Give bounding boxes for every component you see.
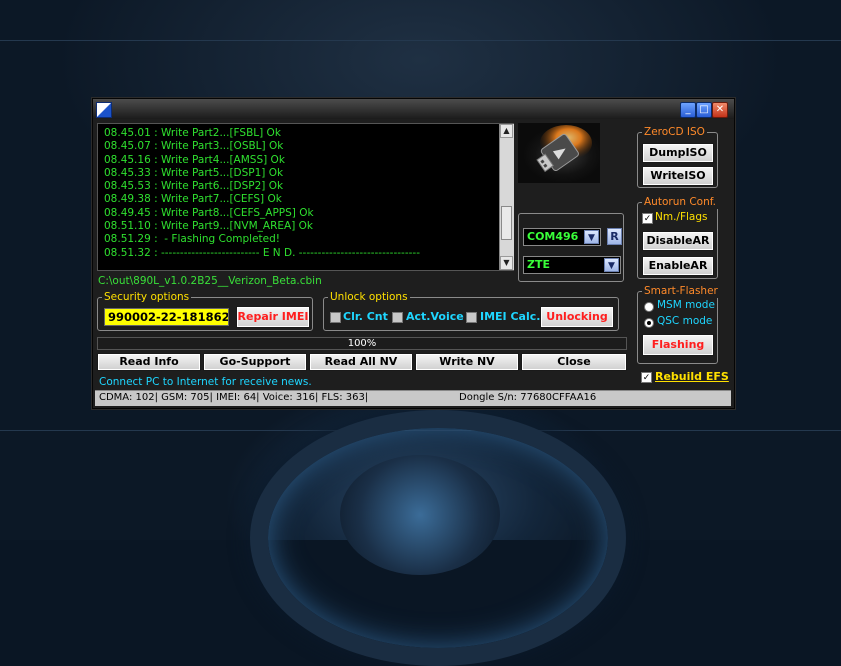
brand-select[interactable]: ZTE ▼ <box>523 256 621 274</box>
log-line: 08.51.32 : -------------------------- E … <box>104 246 420 259</box>
desktop-ring-core <box>340 455 500 575</box>
qsc-mode-label: QSC mode <box>657 315 713 327</box>
status-message: Connect PC to Internet for receive news. <box>99 376 312 388</box>
log-scrollbar[interactable]: ▲ ▼ <box>499 124 514 270</box>
app-icon[interactable] <box>96 102 112 118</box>
minimize-button[interactable]: _ <box>680 102 696 118</box>
autorun-conf-label: Autorun Conf. <box>642 195 719 209</box>
unlock-options-label: Unlock options <box>328 290 410 304</box>
disable-ar-button[interactable]: DisableAR <box>642 231 714 251</box>
app-window: _ □ ✕ 08.45.01 : Write Part2...[FSBL] Ok… <box>92 98 735 409</box>
port-group: COM496 ▼ ZTE ▼ <box>518 213 624 282</box>
smart-flasher-group: Smart-Flasher MSM mode QSC mode Flashing <box>637 284 720 364</box>
scroll-thumb[interactable] <box>501 206 512 240</box>
rebuild-efs-checkbox[interactable]: ✓ <box>641 372 652 383</box>
imei-calc-label: IMEI Calc. <box>480 310 541 323</box>
close-window-button[interactable]: ✕ <box>712 102 728 118</box>
clr-cnt-label: Clr. Cnt <box>343 310 388 323</box>
security-options-group: Security options 990002-22-181862-6 Repa… <box>97 290 313 331</box>
unlock-options-group: Unlock options Clr. Cnt Act.Voice IMEI C… <box>323 290 619 331</box>
maximize-button[interactable]: □ <box>696 102 712 118</box>
counts-status: CDMA: 102| GSM: 705| IMEI: 64| Voice: 31… <box>99 392 369 403</box>
usb-stick-icon <box>518 123 600 183</box>
msm-mode-label: MSM mode <box>657 299 715 311</box>
clr-cnt-checkbox[interactable] <box>330 312 341 323</box>
refresh-port-button[interactable]: R <box>607 228 622 245</box>
log-line: 08.51.10 : Write Part9...[NVM_AREA] Ok <box>104 220 313 233</box>
log-line: 08.49.38 : Write Part7...[CEFS] Ok <box>104 193 282 206</box>
log-line: 08.45.01 : Write Part2...[FSBL] Ok <box>104 127 281 139</box>
smart-flasher-label: Smart-Flasher <box>642 284 720 298</box>
dongle-serial: Dongle S/n: 77680CFFAA16 <box>459 392 597 403</box>
zerocd-iso-label: ZeroCD ISO <box>642 125 707 139</box>
act-voice-checkbox[interactable] <box>392 312 403 323</box>
nm-flags-checkbox[interactable]: ✓ <box>642 213 653 224</box>
log-line: 08.45.16 : Write Part4...[AMSS] Ok <box>104 153 285 166</box>
write-iso-button[interactable]: WriteISO <box>642 166 714 186</box>
qsc-mode-radio[interactable] <box>644 318 654 328</box>
write-nv-button[interactable]: Write NV <box>415 353 519 371</box>
autorun-conf-group: Autorun Conf. ✓ Nm./Flags DisableAR Enab… <box>637 195 719 279</box>
scroll-down-icon[interactable]: ▼ <box>500 256 513 270</box>
flashing-button[interactable]: Flashing <box>642 334 714 356</box>
enable-ar-button[interactable]: EnableAR <box>642 256 714 276</box>
desktop-line <box>0 40 841 41</box>
log-line: 08.45.53 : Write Part6...[DSP2] Ok <box>104 180 284 193</box>
log-line: 08.51.29 : - Flashing Completed! <box>104 233 281 246</box>
file-path: C:\out\890L_v1.0.2B25__Verizon_Beta.cbin <box>98 275 322 287</box>
nm-flags-label: Nm./Flags <box>655 211 708 223</box>
chevron-down-icon[interactable]: ▼ <box>604 258 619 272</box>
security-options-label: Security options <box>102 290 192 304</box>
progress-text: 100% <box>347 338 377 349</box>
repair-imei-button[interactable]: Repair IMEI <box>236 306 310 328</box>
brand-value: ZTE <box>527 258 550 271</box>
title-bar[interactable]: _ □ ✕ <box>93 99 734 119</box>
read-info-button[interactable]: Read Info <box>97 353 201 371</box>
scroll-up-icon[interactable]: ▲ <box>500 124 513 138</box>
rebuild-efs-label: Rebuild EFS <box>655 370 729 383</box>
msm-mode-radio[interactable] <box>644 302 654 312</box>
go-support-button[interactable]: Go-Support <box>203 353 307 371</box>
dump-iso-button[interactable]: DumpISO <box>642 143 714 163</box>
com-port-select[interactable]: COM496 ▼ <box>523 228 601 246</box>
chevron-down-icon[interactable]: ▼ <box>584 230 599 244</box>
unlocking-button[interactable]: Unlocking <box>540 306 614 328</box>
log-output[interactable]: 08.45.01 : Write Part2...[FSBL] Ok 08.45.… <box>97 123 514 271</box>
read-all-nv-button[interactable]: Read All NV <box>309 353 413 371</box>
log-lines: 08.45.01 : Write Part2...[FSBL] Ok 08.45.… <box>104 127 420 260</box>
imei-input[interactable]: 990002-22-181862-6 <box>104 308 229 326</box>
close-button[interactable]: Close <box>521 353 627 371</box>
log-line: 08.49.45 : Write Part8...[CEFS_APPS] Ok <box>104 206 314 219</box>
log-line: 08.45.33 : Write Part5...[DSP1] Ok <box>104 166 284 179</box>
log-line: 08.45.07 : Write Part3...[OSBL] Ok <box>104 140 284 153</box>
imei-calc-checkbox[interactable] <box>466 312 477 323</box>
status-bar: CDMA: 102| GSM: 705| IMEI: 64| Voice: 31… <box>95 390 731 406</box>
com-port-value: COM496 <box>527 230 579 243</box>
progress-bar: 100% <box>97 337 627 350</box>
act-voice-label: Act.Voice <box>406 310 464 323</box>
zerocd-iso-group: ZeroCD ISO DumpISO WriteISO <box>637 125 718 188</box>
